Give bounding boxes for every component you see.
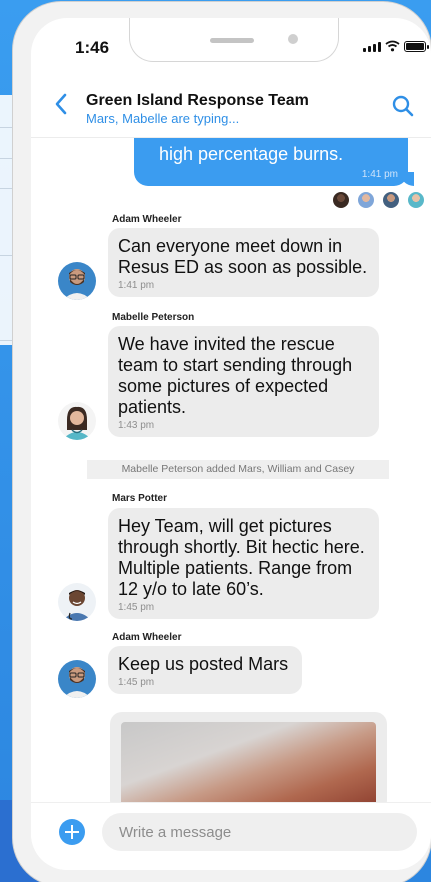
image-message[interactable] (110, 712, 387, 803)
battery-icon (404, 41, 429, 52)
message-time: 1:41 pm (361, 169, 398, 180)
receipt-avatar (408, 192, 424, 208)
message-time: 1:43 pm (118, 420, 155, 431)
front-camera (288, 34, 298, 44)
chat-header: Green Island Response Team Mars, Mabelle… (31, 74, 431, 138)
message-time: 1:41 pm (118, 280, 155, 291)
status-time: 1:46 (75, 38, 110, 57)
outgoing-message[interactable]: high percentage burns. 1:41 pm (134, 138, 414, 186)
message-text: Can everyone meet down in Resus ED as so… (118, 236, 368, 277)
incoming-message[interactable]: Can everyone meet down in Resus ED as so… (108, 228, 379, 297)
status-icons (363, 40, 429, 52)
system-message: Mabelle Peterson added Mars, William and… (87, 460, 389, 479)
avatar-adam-wheeler[interactable] (58, 660, 96, 698)
bubble-tail (400, 172, 414, 186)
speaker-grille (210, 38, 254, 43)
sender-name: Mars Potter (112, 493, 168, 504)
avatar-mabelle-peterson[interactable] (58, 402, 96, 440)
wifi-icon (385, 40, 400, 52)
phone-screen: 1:46 Green Island Response Team Mars, Ma… (31, 18, 431, 870)
burn-photo-image[interactable] (121, 722, 376, 803)
message-composer (31, 802, 431, 870)
message-text: Keep us posted Mars (118, 654, 289, 674)
phone-frame: 1:46 Green Island Response Team Mars, Ma… (13, 2, 431, 882)
sender-name: Adam Wheeler (112, 214, 182, 225)
receipt-avatar (383, 192, 399, 208)
message-text: We have invited the rescue team to start… (118, 334, 353, 417)
sender-name: Adam Wheeler (112, 632, 182, 643)
signal-icon (363, 42, 381, 52)
message-input[interactable] (102, 813, 417, 851)
add-attachment-icon[interactable] (59, 819, 85, 845)
avatar-adam-wheeler[interactable] (58, 262, 96, 300)
chat-title: Green Island Response Team (86, 92, 309, 109)
search-icon[interactable] (391, 94, 415, 118)
incoming-message[interactable]: Keep us posted Mars 1:45 pm (108, 646, 302, 694)
read-receipts (333, 192, 424, 208)
back-chevron-icon[interactable] (51, 92, 73, 116)
incoming-message[interactable]: Hey Team, will get pictures through shor… (108, 508, 379, 619)
message-time: 1:45 pm (118, 677, 155, 688)
phone-notch (129, 18, 339, 62)
message-time: 1:45 pm (118, 602, 155, 613)
message-list[interactable]: high percentage burns. 1:41 pm Adam Whee… (31, 138, 431, 803)
incoming-message[interactable]: We have invited the rescue team to start… (108, 326, 379, 437)
typing-indicator: Mars, Mabelle are typing... (86, 111, 240, 126)
avatar-mars-potter[interactable] (58, 583, 96, 621)
receipt-avatar (358, 192, 374, 208)
sender-name: Mabelle Peterson (112, 312, 195, 323)
message-text: Hey Team, will get pictures through shor… (118, 516, 365, 599)
message-text: high percentage burns. (159, 144, 344, 164)
receipt-avatar (333, 192, 349, 208)
